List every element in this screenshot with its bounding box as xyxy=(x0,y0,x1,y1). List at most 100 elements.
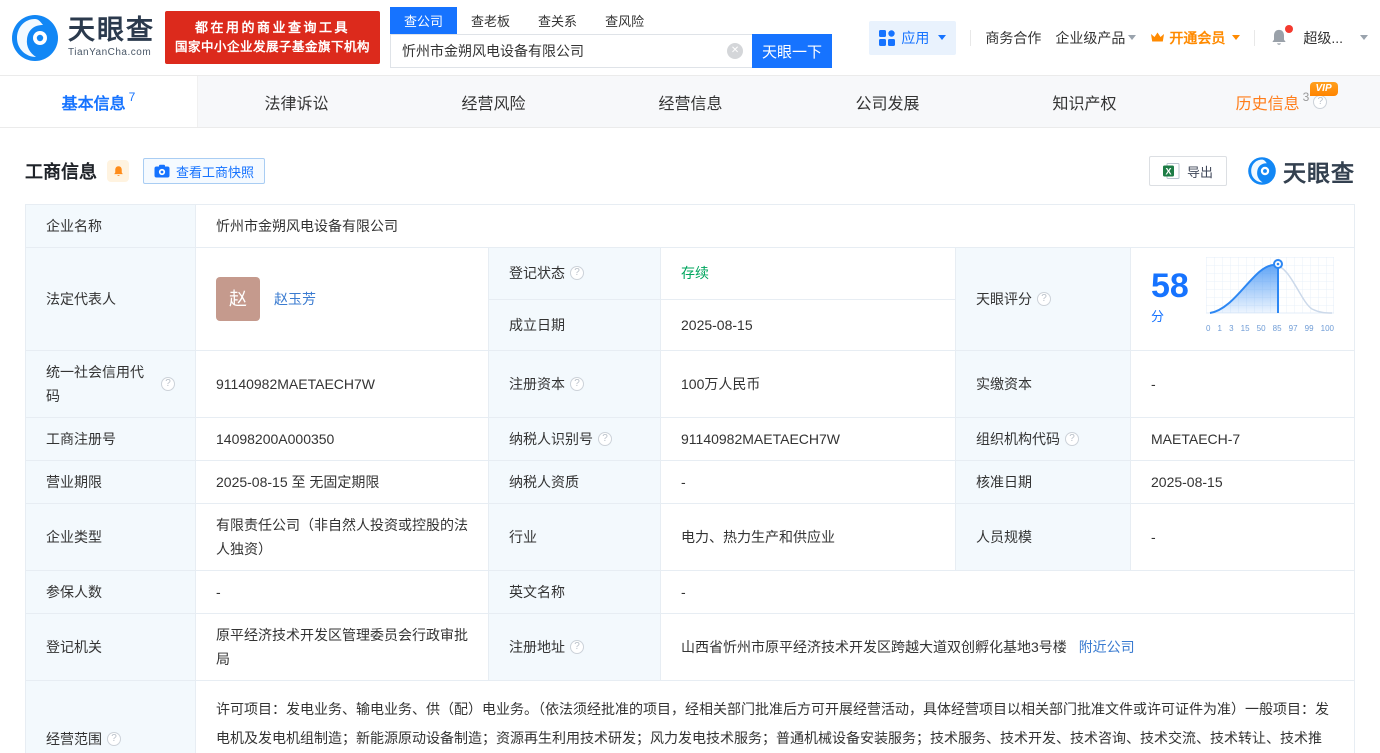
paid-capital-value: - xyxy=(1131,351,1355,418)
search-tab-boss[interactable]: 查老板 xyxy=(457,7,524,34)
field-label: 法定代表人 xyxy=(26,248,196,351)
table-row: 工商注册号 14098200A000350 纳税人识别号? 91140982MA… xyxy=(26,418,1355,461)
export-button[interactable]: X 导出 xyxy=(1149,156,1227,186)
tab-legal-proceedings[interactable]: 法律诉讼 xyxy=(198,76,395,127)
reg-address-value: 山西省忻州市原平经济技术开发区跨越大道双创孵化基地3号楼 附近公司 xyxy=(661,614,1355,681)
tyc-score-cell: 58 分 xyxy=(1131,248,1355,351)
nav-cooperation[interactable]: 商务合作 xyxy=(985,28,1041,48)
field-label: 经营范围? xyxy=(26,681,196,753)
help-icon[interactable]: ? xyxy=(107,732,121,746)
subscribe-bell-button[interactable] xyxy=(107,160,129,182)
org-code-label: 组织机构代码 xyxy=(976,427,1060,451)
nav-account[interactable]: 超级... xyxy=(1303,28,1343,48)
field-label: 营业期限 xyxy=(26,461,196,504)
help-icon[interactable]: ? xyxy=(570,266,584,280)
field-label: 实缴资本 xyxy=(956,351,1131,418)
reg-number-value: 14098200A000350 xyxy=(196,418,489,461)
reg-status-value: 存续 xyxy=(661,248,956,300)
view-snapshot-button[interactable]: 查看工商快照 xyxy=(143,158,265,184)
field-label: 登记机关 xyxy=(26,614,196,681)
field-label: 组织机构代码? xyxy=(956,418,1131,461)
logo-domain: TianYanCha.com xyxy=(68,48,155,58)
table-row: 企业名称 忻州市金朔风电设备有限公司 xyxy=(26,205,1355,248)
business-info-table: 企业名称 忻州市金朔风电设备有限公司 法定代表人 赵 赵玉芳 登记状态? 存续 … xyxy=(0,204,1380,753)
score-unit: 分 xyxy=(1151,309,1164,324)
avatar[interactable]: 赵 xyxy=(216,277,260,321)
reg-authority-value: 原平经济技术开发区管理委员会行政审批局 xyxy=(196,614,489,681)
business-scope-label: 经营范围 xyxy=(46,727,102,751)
tab-opinfo-label: 经营信息 xyxy=(658,90,722,114)
credit-code-value: 91140982MAETAECH7W xyxy=(196,351,489,418)
tab-intellectual-property[interactable]: 知识产权 xyxy=(986,76,1183,127)
taxpayer-id-label: 纳税人识别号 xyxy=(509,427,593,451)
tianyancha-logo-icon xyxy=(10,13,60,63)
business-scope-value: 许可项目：发电业务、输电业务、供（配）电业务。（依法须经批准的项目，经相关部门批… xyxy=(196,681,1355,753)
tab-history-count: 3 xyxy=(1303,90,1310,104)
tab-history-label: 历史信息 xyxy=(1236,90,1300,114)
section-title: 工商信息 xyxy=(25,158,97,184)
table-row: 法定代表人 赵 赵玉芳 登记状态? 存续 天眼评分? 58分 xyxy=(26,248,1355,300)
tab-basic-info[interactable]: 基本信息7 xyxy=(0,76,198,127)
help-icon[interactable]: ? xyxy=(161,377,175,391)
table-row: 经营范围? 许可项目：发电业务、输电业务、供（配）电业务。（依法须经批准的项目，… xyxy=(26,681,1355,753)
nav-enterprise-products[interactable]: 企业级产品 xyxy=(1055,28,1136,48)
search-type-tabs: 查公司 查老板 查关系 查风险 xyxy=(390,7,832,34)
nearby-companies-link[interactable]: 附近公司 xyxy=(1079,639,1135,655)
help-icon[interactable]: ? xyxy=(1037,292,1051,306)
legal-rep-link[interactable]: 赵玉芳 xyxy=(274,287,316,311)
tianyancha-watermark: 天眼查 xyxy=(1247,154,1355,188)
search-input[interactable] xyxy=(390,34,752,68)
business-term-value: 2025-08-15 至 无固定期限 xyxy=(196,461,489,504)
org-code-value: MAETAECH-7 xyxy=(1131,418,1355,461)
tab-operating-info[interactable]: 经营信息 xyxy=(592,76,789,127)
chevron-down-icon xyxy=(1128,35,1136,40)
field-label: 纳税人识别号? xyxy=(489,418,661,461)
top-header: 天眼查 TianYanCha.com 都在用的商业查询工具 国家中小企业发展子基… xyxy=(0,0,1380,75)
search-tab-company[interactable]: 查公司 xyxy=(390,7,457,34)
svg-text:X: X xyxy=(1165,166,1171,176)
tab-company-development[interactable]: 公司发展 xyxy=(789,76,986,127)
nav-vip-label: 开通会员 xyxy=(1169,28,1225,48)
crown-icon xyxy=(1150,31,1165,44)
tab-development-label: 公司发展 xyxy=(855,90,919,114)
tianyancha-logo[interactable]: 天眼查 TianYanCha.com xyxy=(10,13,155,63)
help-icon[interactable]: ? xyxy=(570,377,584,391)
tab-operating-risk[interactable]: 经营风险 xyxy=(395,76,592,127)
divider xyxy=(970,30,971,46)
nav-account-label: 超级... xyxy=(1303,28,1343,48)
search-button[interactable]: 天眼一下 xyxy=(752,34,832,68)
field-label: 行业 xyxy=(489,504,661,571)
company-type-value: 有限责任公司（非自然人投资或控股的法人独资） xyxy=(196,504,489,571)
company-section-tabs: 基本信息7 法律诉讼 经营风险 经营信息 公司发展 知识产权 VIP 历史信息3… xyxy=(0,75,1380,128)
notification-dot xyxy=(1285,25,1293,33)
field-label: 统一社会信用代码? xyxy=(26,351,196,418)
search-tab-risk[interactable]: 查风险 xyxy=(591,7,658,34)
notifications-bell[interactable] xyxy=(1269,28,1289,48)
excel-icon: X xyxy=(1163,163,1180,179)
legal-rep-cell: 赵 赵玉芳 xyxy=(196,248,489,351)
score-label: 天眼评分 xyxy=(976,287,1032,311)
help-icon[interactable]: ? xyxy=(1313,95,1327,109)
reg-status-label: 登记状态 xyxy=(509,261,565,285)
tab-history-info[interactable]: VIP 历史信息3 ? xyxy=(1183,76,1380,127)
clear-search-icon[interactable]: ✕ xyxy=(727,43,743,59)
help-icon[interactable]: ? xyxy=(598,432,612,446)
tab-legal-label: 法律诉讼 xyxy=(264,90,328,114)
search-tab-relation[interactable]: 查关系 xyxy=(524,7,591,34)
score-value: 58 xyxy=(1151,267,1189,305)
tab-basic-info-count: 7 xyxy=(129,90,136,104)
search-block: 查公司 查老板 查关系 查风险 ✕ 天眼一下 xyxy=(390,7,832,68)
nav-open-vip[interactable]: 开通会员 xyxy=(1150,28,1240,48)
staff-size-value: - xyxy=(1131,504,1355,571)
help-icon[interactable]: ? xyxy=(570,640,584,654)
reg-address-text: 山西省忻州市原平经济技术开发区跨越大道双创孵化基地3号楼 xyxy=(681,639,1067,655)
score-chart-ticks: 0131550859799100 xyxy=(1206,317,1334,341)
table-row: 企业类型 有限责任公司（非自然人投资或控股的法人独资） 行业 电力、热力生产和供… xyxy=(26,504,1355,571)
help-icon[interactable]: ? xyxy=(1065,432,1079,446)
score-distribution-chart: 0131550859799100 xyxy=(1206,257,1334,341)
nav-apps[interactable]: 应用 xyxy=(869,21,956,55)
table-row: 登记机关 原平经济技术开发区管理委员会行政审批局 注册地址? 山西省忻州市原平经… xyxy=(26,614,1355,681)
insured-count-value: - xyxy=(196,571,489,614)
table-row: 参保人数 - 英文名称 - xyxy=(26,571,1355,614)
top-nav: 应用 商务合作 企业级产品 开通会员 xyxy=(869,21,1368,55)
